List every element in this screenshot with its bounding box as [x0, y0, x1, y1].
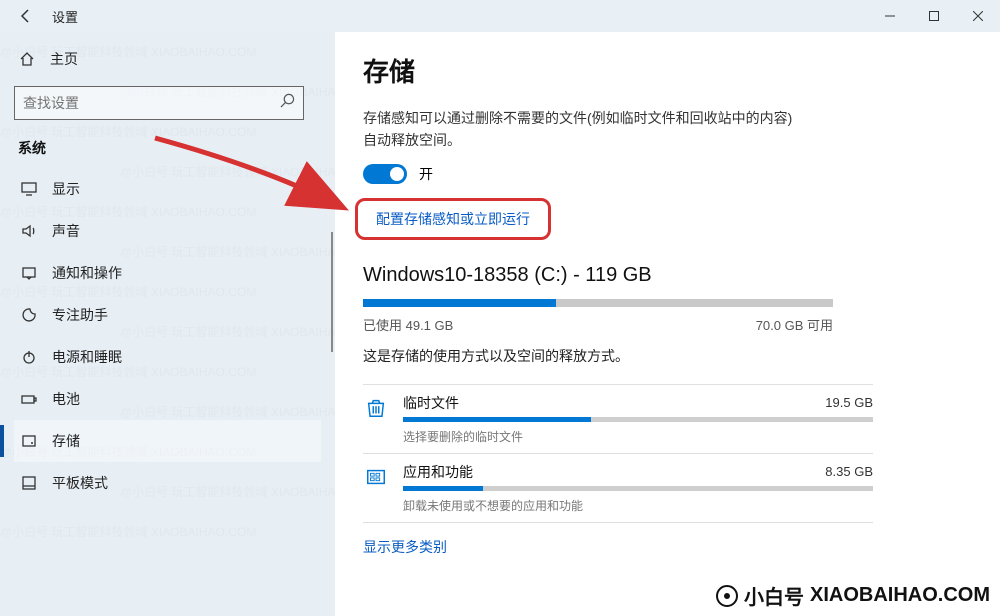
content-pane: 存储 存储感知可以通过删除不需要的文件(例如临时文件和回收站中的内容)自动释放空… [335, 32, 1000, 616]
sidebar-section-label: 系统 [14, 138, 321, 158]
trash-icon [363, 395, 389, 421]
drive-usage-bar [363, 299, 833, 307]
sidebar-scrollbar[interactable] [331, 232, 333, 352]
category-size: 8.35 GB [825, 464, 873, 479]
brand-domain: XIAOBAIHAO.COM [810, 584, 990, 607]
category-name: 应用和功能 [403, 462, 473, 482]
maximize-button[interactable] [912, 0, 956, 32]
sidebar-item-battery[interactable]: 电池 [14, 378, 321, 420]
brand-icon [716, 585, 738, 607]
search-icon [279, 93, 295, 113]
titlebar: 设置 [0, 0, 1000, 32]
sidebar-item-focus[interactable]: 专注助手 [14, 294, 321, 336]
sidebar-item-display[interactable]: 显示 [14, 168, 321, 210]
sidebar-item-label: 声音 [52, 221, 80, 241]
sidebar-item-notify[interactable]: 通知和操作 [14, 252, 321, 294]
configure-storage-sense-link[interactable]: 配置存储感知或立即运行 [355, 198, 551, 240]
sidebar-item-storage[interactable]: 存储 [14, 420, 321, 462]
drive-used-label: 已使用 49.1 GB [363, 315, 453, 334]
category-sub: 卸载未使用或不想要的应用和功能 [403, 497, 873, 514]
storage-icon [18, 432, 40, 450]
sidebar-item-label: 显示 [52, 179, 80, 199]
category-name: 临时文件 [403, 393, 459, 413]
power-icon [18, 348, 40, 366]
storage-category[interactable]: 临时文件 19.5 GB 选择要删除的临时文件 [363, 384, 873, 454]
category-bar [403, 486, 873, 491]
brand-name: 小白号 [744, 581, 804, 610]
sidebar-item-tablet[interactable]: 平板模式 [14, 462, 321, 504]
notify-icon [18, 264, 40, 282]
search-box[interactable] [14, 86, 304, 120]
sidebar: 主页 系统 显示声音通知和操作专注助手电源和睡眠电池存储平板模式 [0, 32, 335, 616]
minimize-button[interactable] [868, 0, 912, 32]
sidebar-item-label: 存储 [52, 431, 80, 451]
battery-icon [18, 390, 40, 408]
sidebar-home-label: 主页 [50, 49, 78, 69]
home-icon [18, 51, 36, 67]
toggle-state-label: 开 [419, 164, 433, 184]
sidebar-item-label: 通知和操作 [52, 263, 122, 283]
sidebar-item-label: 平板模式 [52, 473, 108, 493]
drive-free-label: 70.0 GB 可用 [756, 315, 833, 334]
category-sub: 选择要删除的临时文件 [403, 428, 873, 445]
back-button[interactable] [8, 0, 44, 32]
focus-icon [18, 306, 40, 324]
apps-icon [363, 464, 389, 490]
sidebar-item-label: 专注助手 [52, 305, 108, 325]
sidebar-item-sound[interactable]: 声音 [14, 210, 321, 252]
sound-icon [18, 222, 40, 240]
category-bar [403, 417, 873, 422]
display-icon [18, 180, 40, 198]
drive-note: 这是存储的使用方式以及空间的释放方式。 [363, 346, 960, 366]
storage-sense-toggle[interactable] [363, 164, 407, 184]
window-title: 设置 [52, 7, 78, 26]
tablet-icon [18, 474, 40, 492]
drive-usage-fill [363, 299, 556, 307]
sidebar-home[interactable]: 主页 [14, 42, 321, 76]
search-input[interactable] [23, 95, 279, 111]
close-button[interactable] [956, 0, 1000, 32]
page-title: 存储 [363, 52, 960, 89]
sidebar-item-label: 电源和睡眠 [52, 347, 122, 367]
storage-category[interactable]: 应用和功能 8.35 GB 卸载未使用或不想要的应用和功能 [363, 454, 873, 523]
drive-title: Windows10-18358 (C:) - 119 GB [363, 264, 960, 287]
storage-sense-desc: 存储感知可以通过删除不需要的文件(例如临时文件和回收站中的内容)自动释放空间。 [363, 107, 793, 152]
show-more-link[interactable]: 显示更多类别 [363, 537, 447, 557]
brand-watermark: 小白号 XIAOBAIHAO.COM [716, 581, 990, 610]
category-size: 19.5 GB [825, 395, 873, 410]
sidebar-item-label: 电池 [52, 389, 80, 409]
sidebar-item-power[interactable]: 电源和睡眠 [14, 336, 321, 378]
